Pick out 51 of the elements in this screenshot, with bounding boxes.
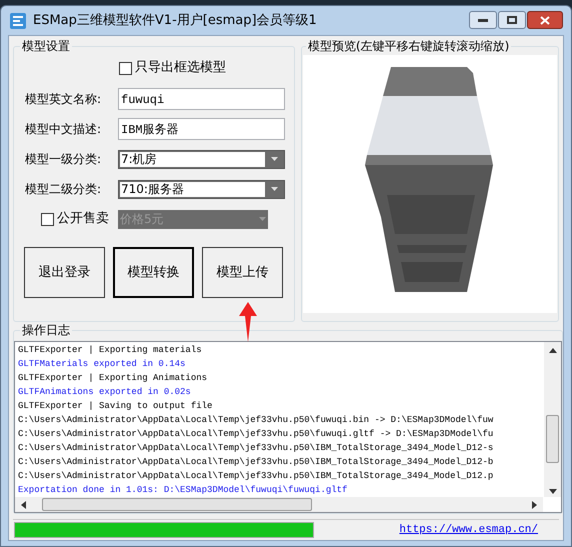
field-label: 模型一级分类:	[25, 151, 102, 168]
app-logo-icon	[9, 12, 27, 30]
close-icon	[540, 16, 550, 24]
log-line: C:\Users\Administrator\AppData\Local\Temp\jef33vhu.p50\IBM_TotalStorage_3494_Model_D12.p	[18, 470, 494, 483]
dropdown-arrow-icon	[270, 157, 278, 161]
action-button[interactable]: 模型上传	[202, 247, 283, 298]
scroll-right-icon	[532, 500, 537, 509]
maximize-icon	[507, 16, 517, 24]
log-line: GLTFExporter | Exporting Animations	[18, 372, 208, 385]
dropdown-arrow-icon	[259, 217, 266, 221]
input-field[interactable]: IBM服务器	[118, 118, 285, 140]
log-line: C:\Users\Administrator\AppData\Local\Temp\jef33vhu.p50\IBM_TotalStorage_3494_Model_D12-b	[18, 456, 494, 469]
checkbox-label: 公开售卖	[57, 210, 109, 228]
log-line: C:\Users\Administrator\AppData\Local\Temp\jef33vhu.p50\fuwuqi.gltf -> D:\ESMap3DModel\fu	[18, 428, 494, 441]
log-line: GLTFExporter | Exporting materials	[18, 344, 203, 357]
preview-viewport[interactable]	[302, 55, 557, 313]
scroll-left-icon	[21, 500, 26, 509]
scroll-down-icon	[548, 489, 556, 494]
log-line: GLTFMaterials exported in 0.14s	[18, 358, 186, 371]
log-line: Exportation done in 1.01s: D:\ESMap3DModel\fuwuqi\fuwuqi.gltf	[18, 484, 348, 497]
checkbox-label: 只导出框选模型	[135, 59, 226, 78]
input-field[interactable]: fuwuqi	[118, 88, 285, 110]
maximize-button[interactable]	[498, 11, 526, 29]
group-title: 模型设置	[20, 38, 72, 54]
annotation-arrow-icon	[239, 302, 257, 342]
log-line: GLTFExporter | Saving to output file	[18, 400, 214, 413]
close-button[interactable]	[527, 11, 563, 29]
checkbox[interactable]	[119, 62, 132, 74]
website-link[interactable]: https://www.esmap.cn/	[399, 522, 538, 538]
dropdown[interactable]: 710:服务器	[118, 180, 285, 198]
vertical-scrollbar[interactable]	[544, 342, 561, 498]
log-line: GLTFAnimations exported in 0.02s	[18, 386, 192, 399]
scroll-thumb[interactable]	[546, 415, 559, 463]
window-title: ESMap三维模型软件V1-用户[esmap]会员等级1	[33, 12, 317, 30]
field-label: 模型中文描述:	[25, 121, 102, 138]
horizontal-scrollbar[interactable]	[15, 497, 543, 512]
group-title: 操作日志	[20, 322, 72, 338]
scroll-thumb[interactable]	[42, 498, 312, 512]
field-label: 模型二级分类:	[25, 181, 102, 198]
action-button[interactable]: 退出登录	[24, 247, 105, 298]
dropdown-arrow-icon	[270, 187, 278, 191]
dropdown[interactable]: 7:机房	[118, 150, 285, 168]
checkbox[interactable]	[41, 212, 54, 226]
field-label: 模型英文名称:	[25, 91, 102, 108]
log-line: C:\Users\Administrator\AppData\Local\Temp\jef33vhu.p50\fuwuqi.bin -> D:\ESMap3DModel\fuw	[18, 414, 494, 427]
group-title: 模型预览(左键平移右键旋转滚动缩放)	[306, 38, 512, 54]
minimize-icon	[478, 18, 488, 22]
log-line: C:\Users\Administrator\AppData\Local\Temp\jef33vhu.p50\IBM_TotalStorage_3494_Model_D12-s	[18, 442, 494, 455]
scroll-up-icon	[548, 348, 556, 353]
action-button[interactable]: 模型转换	[113, 247, 194, 298]
minimize-button[interactable]	[469, 11, 497, 29]
